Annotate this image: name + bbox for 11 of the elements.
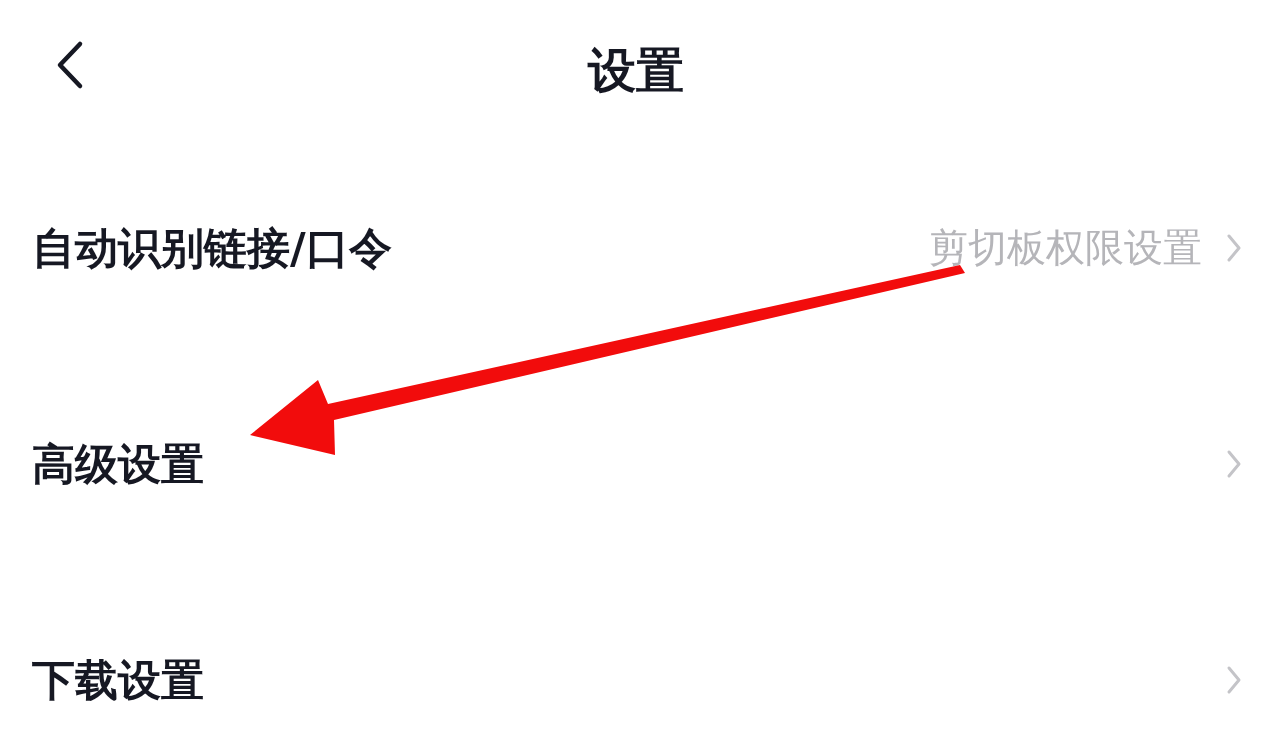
row-label: 下载设置: [32, 653, 204, 707]
settings-row[interactable]: 高级设置: [0, 356, 1272, 572]
chevron-right-icon: [1226, 233, 1242, 263]
chevron-right-icon: [1226, 665, 1242, 695]
settings-row[interactable]: 自动识别链接/口令 剪切板权限设置: [0, 140, 1272, 356]
row-label: 高级设置: [32, 437, 204, 491]
page-title: 设置: [588, 41, 684, 100]
settings-row[interactable]: 下载设置: [0, 572, 1272, 744]
row-value: 剪切板权限设置: [929, 223, 1202, 272]
chevron-right-icon: [1226, 449, 1242, 479]
row-label: 自动识别链接/口令: [32, 221, 392, 275]
